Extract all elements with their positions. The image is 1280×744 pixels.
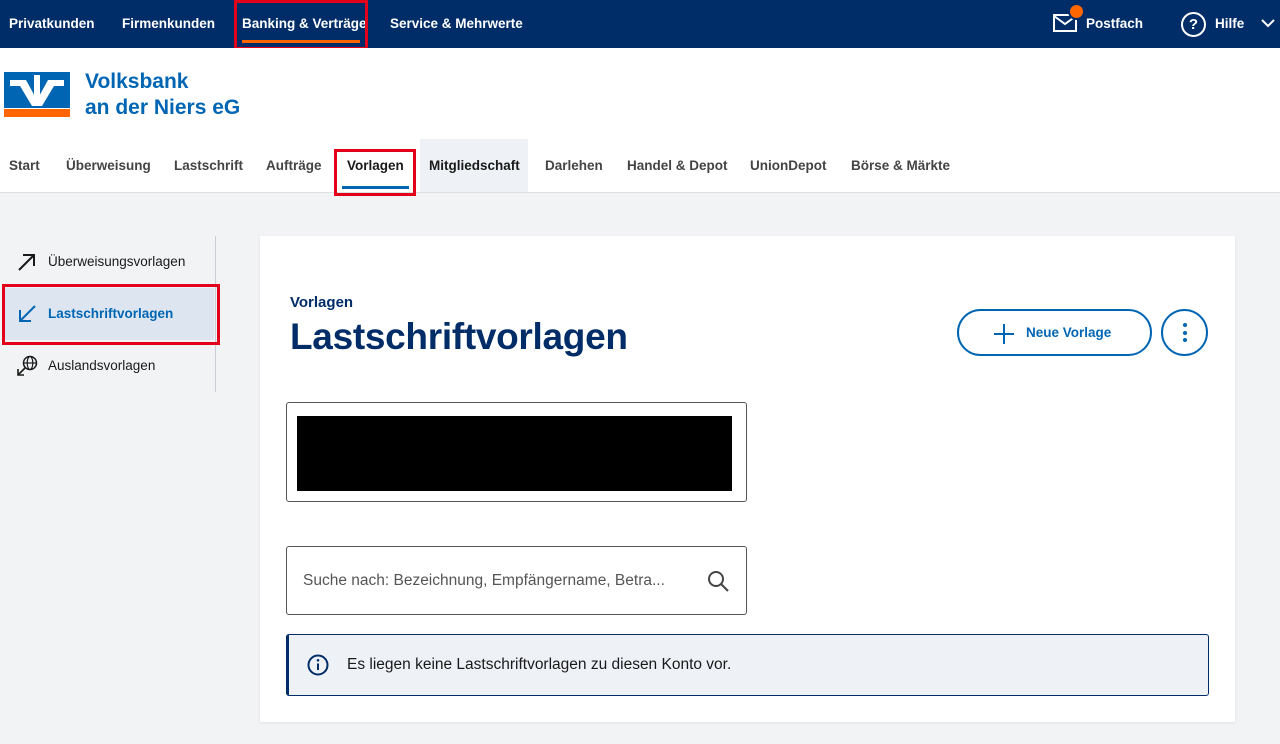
sidebar-item-auslandsvorlagen[interactable]: Auslandsvorlagen — [4, 340, 214, 392]
info-icon — [307, 654, 329, 676]
tab-darlehen[interactable]: Darlehen — [545, 158, 603, 173]
new-template-button[interactable]: Neue Vorlage — [957, 309, 1152, 356]
page-title: Lastschriftvorlagen — [290, 316, 628, 357]
sidebar-item-label: Überweisungsvorlagen — [48, 254, 186, 269]
bank-name-line1: Volksbank — [85, 70, 189, 93]
tab-boerse-maerkte[interactable]: Börse & Märkte — [851, 158, 950, 173]
volksbank-logo[interactable] — [4, 72, 70, 117]
tab-ueberweisung[interactable]: Überweisung — [66, 158, 151, 173]
help-icon[interactable]: ? — [1181, 12, 1206, 37]
main-content-card: Vorlagen Lastschriftvorlagen Neue Vorlag… — [260, 236, 1235, 722]
tab-auftraege[interactable]: Aufträge — [266, 158, 322, 173]
site-header: Volksbank an der Niers eG Start Überweis… — [0, 48, 1280, 193]
info-message: Es liegen keine Lastschriftvorlagen zu d… — [286, 634, 1209, 696]
tab-handel-depot[interactable]: Handel & Depot — [627, 158, 728, 173]
more-options-button[interactable] — [1161, 309, 1208, 356]
redacted-account-info — [297, 416, 732, 491]
highlight-tab-vorlagen — [334, 149, 416, 196]
tab-uniondepot[interactable]: UnionDepot — [750, 158, 827, 173]
new-template-label: Neue Vorlage — [1026, 325, 1112, 340]
page-overline: Vorlagen — [290, 294, 354, 311]
top-navigation-bar: Privatkunden Firmenkunden Banking & Vert… — [0, 0, 1280, 48]
postfach-link[interactable]: Postfach — [1086, 0, 1143, 48]
highlight-banking-vertraege — [234, 0, 368, 50]
sidebar-item-ueberweisungsvorlagen[interactable]: Überweisungsvorlagen — [4, 236, 214, 288]
bank-name-line2: an der Niers eG — [85, 96, 241, 119]
search-placeholder: Suche nach: Bezeichnung, Empfängername, … — [303, 572, 665, 589]
account-selector[interactable] — [286, 402, 747, 502]
highlight-sidebar-lastschriftvorlagen — [2, 284, 220, 345]
search-icon[interactable] — [706, 569, 730, 593]
arrow-up-right-icon — [18, 254, 35, 271]
chevron-down-icon[interactable] — [1260, 17, 1276, 29]
topnav-firmenkunden[interactable]: Firmenkunden — [122, 0, 215, 48]
topnav-service-mehrwerte[interactable]: Service & Mehrwerte — [390, 0, 523, 48]
tab-start[interactable]: Start — [9, 158, 40, 173]
globe-transfer-icon — [17, 355, 38, 376]
notification-badge — [1068, 3, 1085, 20]
tab-lastschrift[interactable]: Lastschrift — [174, 158, 243, 173]
info-text: Es liegen keine Lastschriftvorlagen zu d… — [347, 656, 732, 673]
search-input[interactable]: Suche nach: Bezeichnung, Empfängername, … — [286, 546, 747, 615]
sidebar-item-label: Auslandsvorlagen — [48, 358, 156, 373]
hilfe-link[interactable]: Hilfe — [1215, 0, 1244, 48]
topnav-privatkunden[interactable]: Privatkunden — [9, 0, 95, 48]
plus-icon — [994, 324, 1014, 344]
bank-name: Volksbank an der Niers eG — [85, 69, 240, 121]
tab-mitgliedschaft[interactable]: Mitgliedschaft — [429, 158, 520, 173]
